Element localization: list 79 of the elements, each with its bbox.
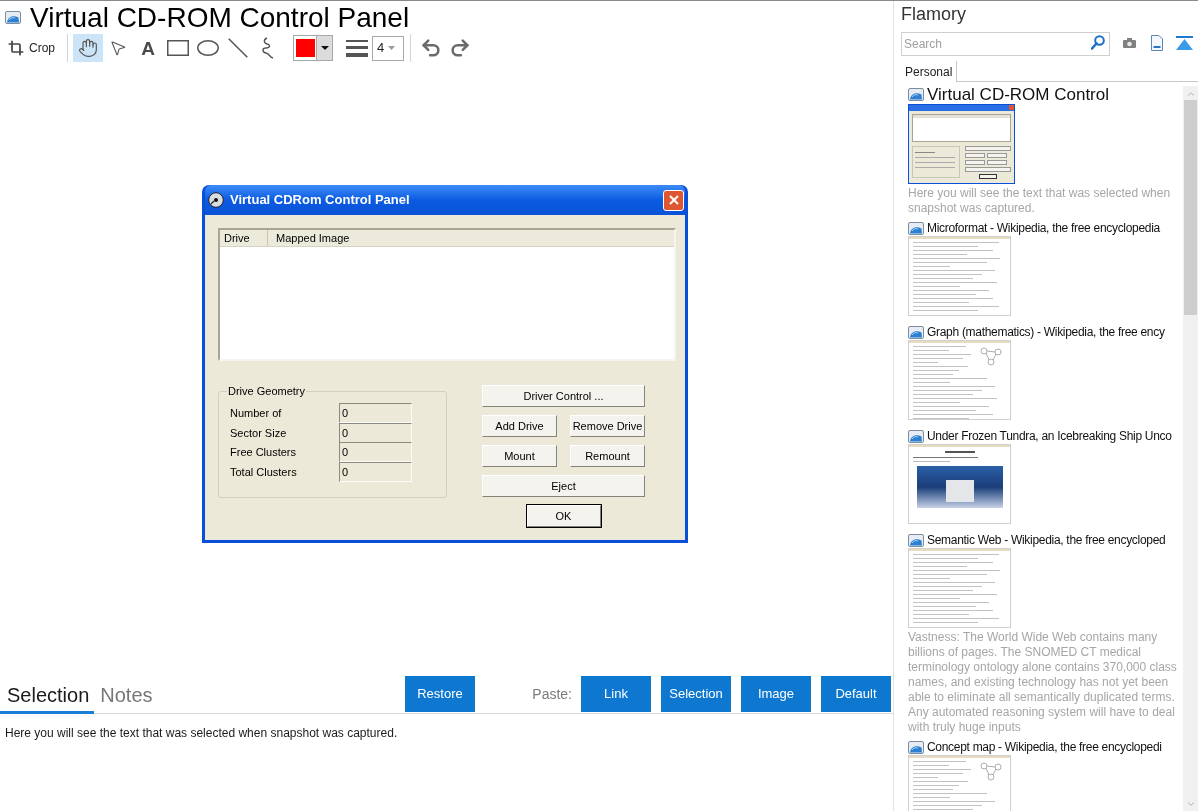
pointer-icon	[109, 38, 127, 58]
hand-icon	[78, 37, 98, 59]
caret-icon	[320, 46, 329, 50]
rectangle-icon	[167, 40, 189, 56]
ellipse-icon	[197, 40, 219, 56]
dialog-button[interactable]: Remount	[570, 445, 645, 467]
line-width-icon	[346, 39, 368, 57]
close-icon	[668, 195, 679, 205]
disc-icon	[208, 192, 224, 208]
webpage-thumbnail-drawing[interactable]	[908, 340, 1011, 420]
paste-button[interactable]: Selection	[661, 676, 731, 712]
webpage-thumbnail-drawing[interactable]	[908, 236, 1011, 316]
dialog-button[interactable]: Mount	[482, 445, 557, 467]
panel-tab[interactable]: Notes	[94, 673, 159, 714]
paste-button[interactable]: Image	[741, 676, 811, 712]
app-icon	[908, 88, 924, 101]
drive-list[interactable]: Drive Mapped Image	[218, 228, 676, 361]
search-icon[interactable]	[1091, 35, 1105, 50]
window-title: Virtual CD-ROM Control Panel	[30, 1, 410, 34]
text-tool-button[interactable]: A	[133, 34, 163, 62]
panel-tab[interactable]: Selection	[0, 673, 95, 714]
app-icon	[908, 534, 924, 547]
snapshot-title[interactable]: Virtual CD-ROM Control	[927, 86, 1109, 103]
app-icon	[908, 430, 924, 443]
scrollbar-thumb[interactable]	[1184, 100, 1197, 315]
dialog-button[interactable]: Remove Drive	[570, 415, 645, 437]
field-label: Total Clusters	[230, 464, 298, 480]
app-icon	[908, 326, 924, 339]
field-label: Free Clusters	[230, 445, 298, 460]
dialog-thumbnail-drawing[interactable]	[908, 104, 1015, 184]
snapshot-title[interactable]: Graph (mathematics) - Wikipedia, the free ency	[927, 325, 1165, 340]
value-field: 0	[339, 422, 412, 443]
app-title: Flamory	[901, 4, 966, 24]
line-width-select[interactable]: 4	[372, 35, 404, 61]
scrollbar[interactable]	[1183, 86, 1198, 811]
caret-icon	[388, 46, 396, 50]
paste-button[interactable]: Link	[581, 676, 651, 712]
snapshot-title[interactable]: Under Frozen Tundra, an Icebreaking Ship Unco	[927, 429, 1172, 444]
snapshot-title[interactable]: Microformat - Wikipedia, the free encyclopedia	[927, 221, 1160, 236]
field-label: Sector Size	[230, 425, 288, 441]
value-field: 0	[339, 461, 412, 482]
color-picker[interactable]	[293, 35, 333, 61]
arrow-to-top-icon[interactable]	[1176, 36, 1193, 50]
value-field: 0	[339, 442, 412, 463]
app-icon	[5, 11, 21, 24]
app-icon	[908, 741, 924, 754]
undo-icon	[420, 37, 442, 59]
app-icon	[908, 222, 924, 235]
group-title: Drive Geometry	[227, 384, 307, 399]
dialog-button[interactable]: OK	[526, 505, 601, 527]
dialog-title: Virtual CDRom Control Panel	[230, 191, 410, 210]
crop-icon	[8, 40, 24, 56]
snapshot-description: Vastness: The World Wide Web contains many billions of pages. The SNOMED CT medical terminology ontology alone contains 370,000 class names, and existing technology has not yet been able to eliminate all semantically duplicated terms. Any automated reasoning system will have to deal with truly huge inputs	[908, 630, 1178, 735]
line-icon	[228, 38, 248, 58]
value-field: 0	[339, 403, 412, 424]
hand-tool-button[interactable]	[73, 34, 103, 62]
dialog-button[interactable]: Add Drive	[482, 415, 557, 437]
column-header[interactable]: Drive	[220, 230, 268, 246]
dialog-button[interactable]: Driver Control ...	[482, 385, 645, 407]
snapshot-title[interactable]: Concept map - Wikipedia, the free encyclopedi	[927, 740, 1162, 755]
camera-icon[interactable]	[1123, 38, 1136, 48]
webpage-thumbnail-drawing[interactable]	[908, 755, 1011, 811]
webpage-thumbnail-drawing[interactable]	[908, 548, 1011, 628]
document-icon[interactable]	[1151, 35, 1163, 51]
dialog-button[interactable]: Eject	[482, 475, 645, 497]
field-label: Number of	[230, 406, 283, 421]
snapshot-title[interactable]: Semantic Web - Wikipedia, the free encycloped	[927, 533, 1166, 548]
paste-label: Paste:	[532, 684, 572, 704]
restore-button[interactable]: Restore	[405, 676, 475, 712]
crop-button[interactable]: Crop	[5, 34, 58, 62]
paste-button[interactable]: Default	[821, 676, 891, 712]
close-button[interactable]	[663, 189, 684, 211]
freehand-icon	[261, 37, 275, 59]
webpage-thumbnail-drawing[interactable]	[908, 444, 1011, 524]
search-field[interactable]: Search	[901, 32, 1110, 56]
redo-icon	[449, 37, 471, 59]
snapshot-description: Here you will see the text that was selected when snapshot was captured.	[908, 186, 1172, 216]
selection-text: Here you will see the text that was selected when snapshot was captured.	[5, 725, 399, 742]
column-header[interactable]: Mapped Image	[268, 230, 674, 246]
